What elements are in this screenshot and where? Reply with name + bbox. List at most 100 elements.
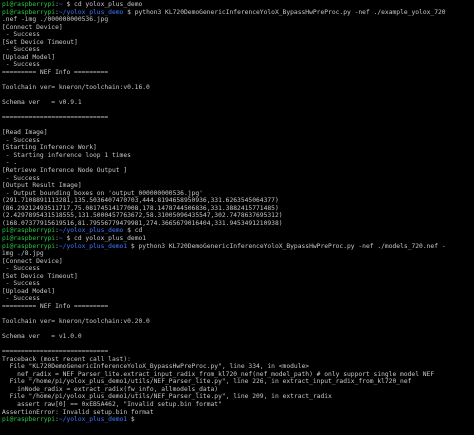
output-line: File "KL720DemoGenericInferenceYoloX_Byp… — [2, 363, 472, 371]
output-line: (2.4297895431518555,131.5000457763672,58… — [2, 212, 472, 220]
prompt-line: pi@raspberrypi:~/yolox_plus_demo $ pytho… — [2, 9, 472, 17]
output-line: ============================ — [2, 348, 472, 356]
output-line: [Set Device Timeout] — [2, 273, 472, 281]
output-text: Traceback (most recent call last): — [2, 355, 131, 363]
prompt-user-host: pi@raspberrypi — [2, 242, 56, 250]
command-text: $ — [130, 416, 139, 424]
prompt-path: ~/yolox_plus_demo1 — [58, 416, 128, 424]
output-line: [Upload Model] — [2, 54, 472, 62]
command-text: $ cd yolox_plus_demo — [66, 1, 143, 8]
output-line: - Success — [2, 137, 472, 145]
output-line: Traceback (most recent call last): — [2, 356, 472, 364]
output-line: Toolchain ver= kneron/toolchain:v0.16.0 — [2, 84, 472, 92]
output-text: [Starting Inference Work] — [2, 144, 97, 152]
output-line: inNode_radix = extract_radix(fw_info, al… — [2, 386, 472, 394]
output-line: (291.7108891113281,135.5036407470703,444… — [2, 197, 472, 205]
output-line: - Success — [2, 175, 472, 183]
output-text: - Success — [2, 295, 40, 303]
output-text: Schema ver = v1.0.0 — [2, 333, 82, 341]
output-text: ============================ — [2, 114, 109, 122]
output-text: Schema ver = v0.9.1 — [2, 99, 82, 107]
prompt-line: pi@raspberrypi:~/yolox_plus_demo $ cd — [2, 227, 472, 235]
output-line: [Connect Device] — [2, 258, 472, 266]
output-text: (86.29212493511717,75.08174514177008,178… — [2, 204, 279, 212]
output-line: File "/home/pi/yolox_plus_demo1/utils/NE… — [2, 393, 472, 401]
output-line: assert raw[0] == 0xEB5A462, "Invalid set… — [2, 401, 472, 409]
output-text: Toolchain ver= kneron/toolchain:v0.16.0 — [2, 84, 150, 92]
output-line: Toolchain ver= kneron/toolchain:v0.20.0 — [2, 318, 472, 326]
prompt-line: pi@raspberrypi:~ $ cd yolox_plus_demo1 — [2, 235, 472, 243]
output-text: File "KL720DemoGenericInferenceYoloX_Byp… — [2, 363, 310, 371]
output-text: [Set Device Timeout] — [2, 38, 78, 46]
output-text: img ./8.jpg — [2, 250, 44, 258]
output-line: - Success — [2, 280, 472, 288]
output-line: .nef -img ./000000000536.jpg — [2, 16, 472, 24]
output-text: [Connect Device] — [2, 23, 63, 31]
output-line: (86.29212493511717,75.08174514177008,178… — [2, 205, 472, 213]
output-line: - Success — [2, 31, 472, 39]
output-line: Schema ver = v0.9.1 — [2, 99, 472, 107]
prompt-user-host: pi@raspberrypi — [2, 227, 56, 235]
output-line: ========= NEF Info ========= — [2, 69, 472, 77]
output-line: [Starting Inference Work] — [2, 144, 472, 152]
command-text: $ cd — [127, 227, 143, 235]
output-text: inNode_radix = extract_radix(fw_info, al… — [2, 385, 219, 393]
prompt-user-host: pi@raspberrypi — [2, 416, 56, 424]
output-text: ========= NEF Info ========= — [2, 302, 109, 310]
prompt-line: pi@raspberrypi:~/yolox_plus_demo1 $ pyth… — [2, 243, 472, 251]
output-line: nef_radix = NEF_Parser_lite.extract_inpu… — [2, 371, 472, 379]
output-text: ============================ — [2, 348, 109, 356]
output-line: ============================ — [2, 114, 472, 122]
output-text: [Upload Model] — [2, 287, 56, 295]
prompt-line: pi@raspberrypi:~ $ cd yolox_plus_demo — [2, 1, 472, 9]
output-text: [Upload Model] — [2, 53, 56, 61]
prompt-path: ~ — [58, 234, 63, 242]
output-text: .nef -img ./000000000536.jpg — [2, 16, 109, 24]
output-text: - Starting inference loop 1 times — [2, 151, 131, 159]
prompt-path: ~/yolox_plus_demo1 — [58, 242, 128, 250]
output-line: - . — [2, 159, 472, 167]
output-line: [Set Device Timeout] — [2, 39, 472, 47]
output-line: - Output bounding boxes on 'output_00000… — [2, 190, 472, 198]
output-text: nef_radix = NEF_Parser_lite.extract_inpu… — [2, 370, 435, 378]
terminal-window[interactable]: pi@raspberrypi:~ $ cd yolox_plus_demo pi@… — [0, 0, 474, 435]
output-line: AssertionError: Invalid setup.bin format — [2, 409, 472, 417]
command-text: $ cd yolox_plus_demo1 — [66, 234, 147, 242]
output-text: - Success — [2, 31, 40, 39]
output-line: [Connect Device] — [2, 24, 472, 32]
output-text: ========= NEF Info ========= — [2, 68, 109, 76]
output-text: Toolchain ver= kneron/toolchain:v0.20.0 — [2, 317, 150, 325]
output-text: [Read Image] — [2, 129, 48, 137]
prompt-line: pi@raspberrypi:~/yolox_plus_demo1 $ — [2, 416, 472, 424]
output-line: File "/home/pi/yolox_plus_demo1/utils/NE… — [2, 378, 472, 386]
output-text: - Success — [2, 46, 40, 54]
output-line: - Success — [2, 295, 472, 303]
output-text: (291.7108891113281,135.5036407470703,444… — [2, 197, 279, 205]
prompt-user-host: pi@raspberrypi — [2, 8, 56, 16]
output-text: - Output bounding boxes on 'output_00000… — [2, 189, 203, 197]
output-line: - Success — [2, 46, 472, 54]
prompt-user-host: pi@raspberrypi — [2, 1, 56, 8]
prompt-path: ~/yolox_plus_demo — [58, 8, 124, 16]
prompt-path: ~/yolox_plus_demo — [58, 227, 124, 235]
output-text: [Output Result Image] — [2, 182, 82, 190]
output-line: (168.07377915619516,81.79556779479981,27… — [2, 220, 472, 228]
output-line: - Success — [2, 61, 472, 69]
output-text: [Retrieve Inference Node Output ] — [2, 167, 128, 175]
output-line: [Upload Model] — [2, 288, 472, 296]
output-line: [Retrieve Inference Node Output ] — [2, 167, 472, 175]
output-text: assert raw[0] == 0xEB5A462, "Invalid set… — [2, 400, 222, 408]
output-text: - Success — [2, 136, 40, 144]
output-text: [Set Device Timeout] — [2, 272, 78, 280]
output-text: - Success — [2, 61, 40, 69]
output-text: (2.4297895431518555,131.5000457763672,58… — [2, 212, 283, 220]
prompt-user-host: pi@raspberrypi — [2, 234, 56, 242]
output-text: File "/home/pi/yolox_plus_demo1/utils/NE… — [2, 378, 412, 386]
prompt-path: ~ — [58, 1, 63, 8]
